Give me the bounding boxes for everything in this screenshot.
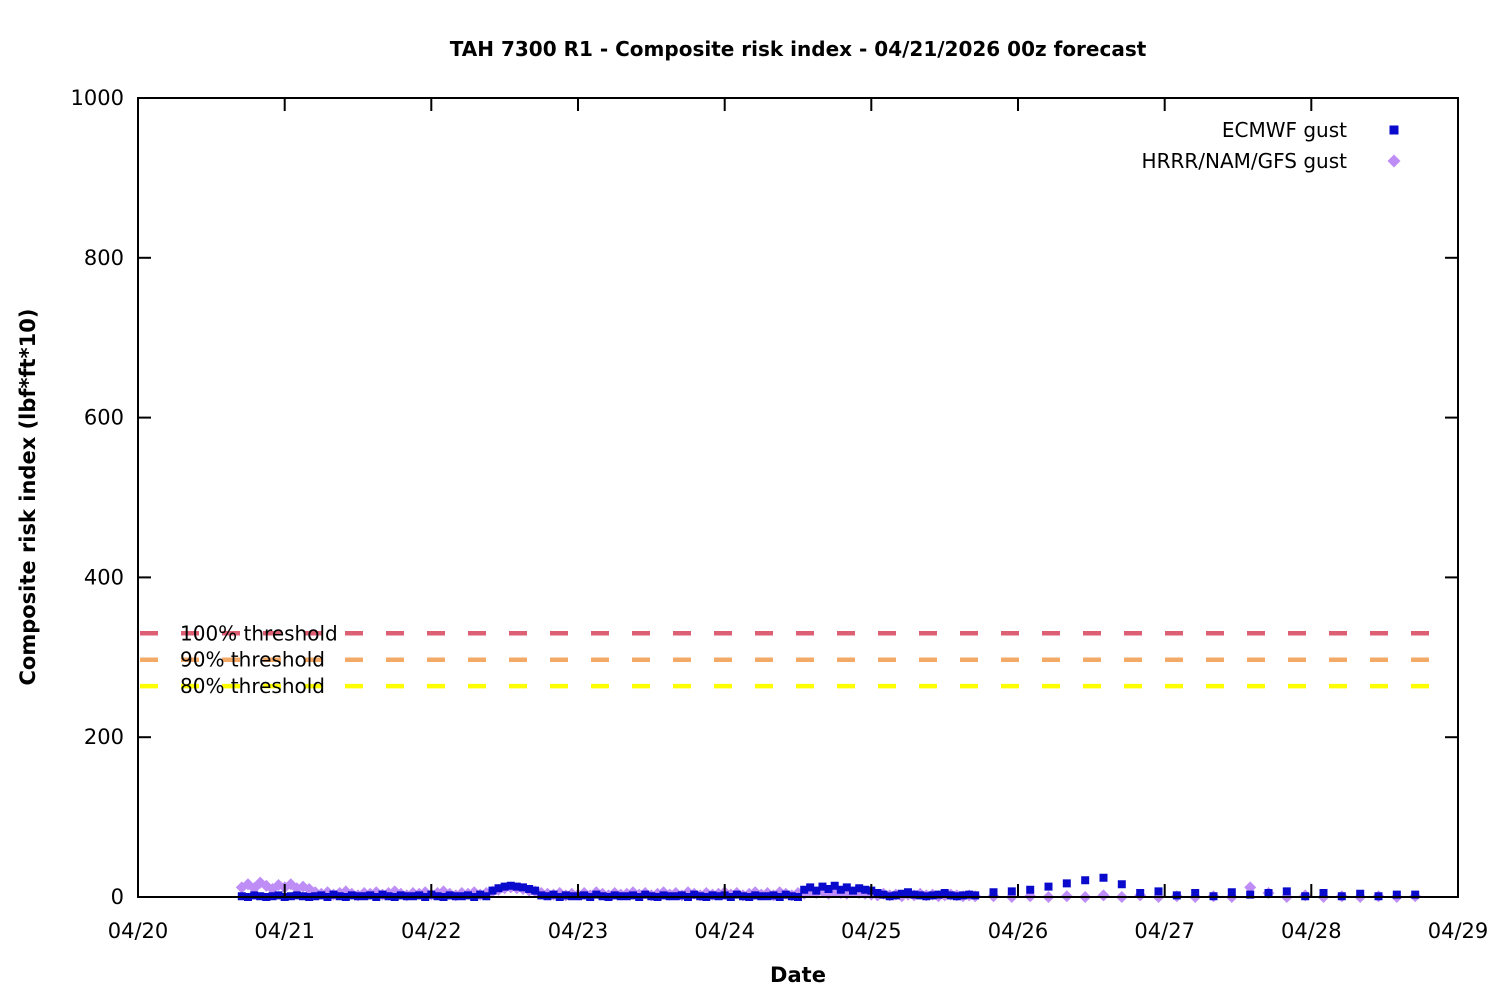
y-tick-label: 200 <box>84 725 124 749</box>
y-tick-label: 400 <box>84 565 124 589</box>
threshold-label-90-threshold: 90% threshold <box>180 648 325 672</box>
plot-canvas: 04/20 04/21 04/22 04/23 04/24 04/25 04/26 04/27… <box>71 86 1489 943</box>
composite-risk-chart: TAH 7300 R1 - Composite risk index - 04/… <box>0 0 1500 1000</box>
x-tick-label: 04/23 <box>548 919 609 943</box>
x-tick-label: 04/24 <box>694 919 755 943</box>
threshold-label-100-threshold: 100% threshold <box>180 621 338 645</box>
legend-label-ecmwf-gust: ECMWF gust <box>1222 118 1347 142</box>
x-tick-label: 04/28 <box>1281 919 1342 943</box>
x-tick-label: 04/29 <box>1428 919 1489 943</box>
y-tick-label: 600 <box>84 406 124 430</box>
x-tick-label: 04/25 <box>841 919 902 943</box>
x-tick-label: 04/21 <box>254 919 315 943</box>
x-tick-label: 04/20 <box>108 919 169 943</box>
plot-frame <box>137 97 1459 898</box>
legend-marker-ecmwf-gust <box>1389 125 1399 135</box>
y-tick-label: 0 <box>111 885 124 909</box>
legend-marker-hrrr-nam-gfs-gust <box>1387 154 1401 168</box>
x-tick-label: 04/26 <box>988 919 1049 943</box>
y-tick-label: 800 <box>84 246 124 270</box>
x-tick-label: 04/22 <box>401 919 462 943</box>
threshold-label-80-threshold: 80% threshold <box>180 674 325 698</box>
legend-label-hrrr-nam-gfs-gust: HRRR/NAM/GFS gust <box>1142 149 1348 173</box>
y-tick-label: 1000 <box>71 86 124 110</box>
x-tick-label: 04/27 <box>1134 919 1195 943</box>
